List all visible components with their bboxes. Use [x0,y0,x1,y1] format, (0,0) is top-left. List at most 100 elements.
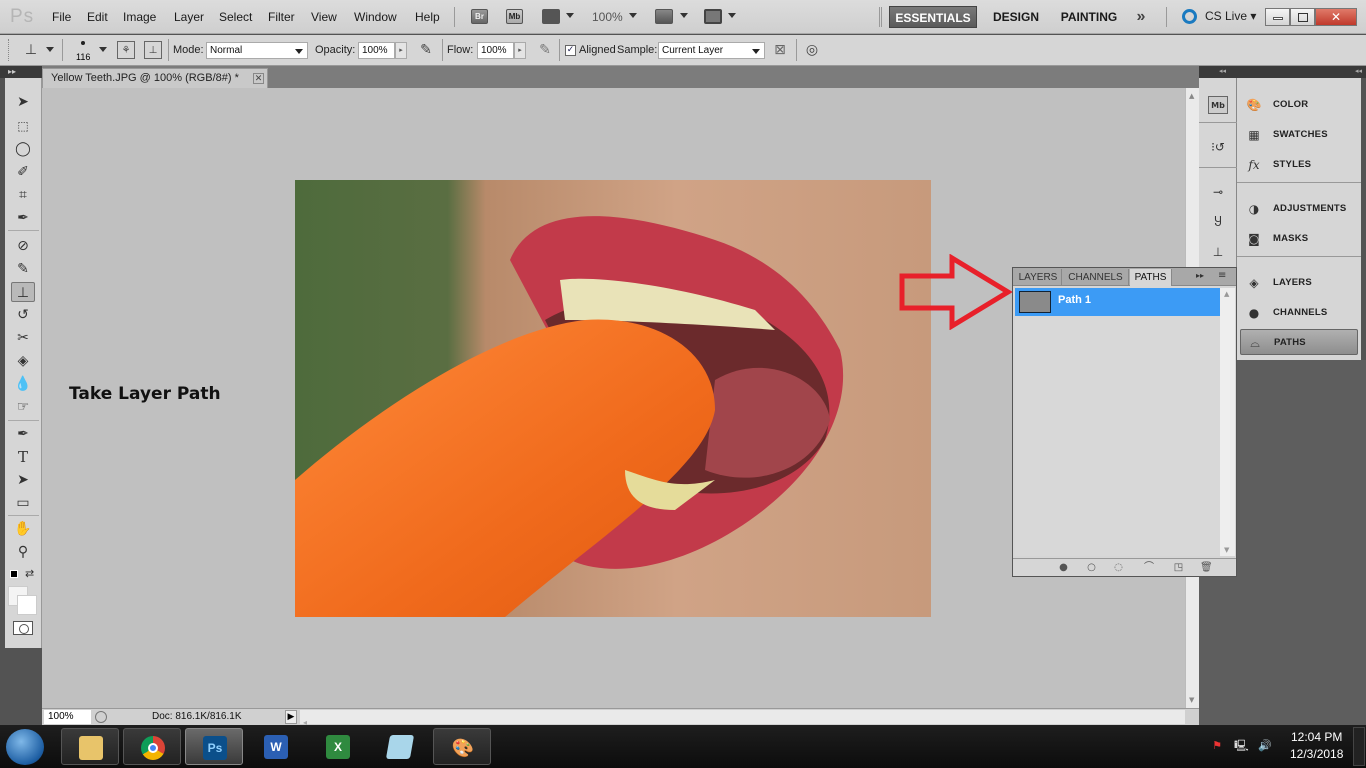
dock-item-adjustments[interactable]: ◑ ADJUSTMENTS [1240,196,1358,222]
start-button[interactable] [6,729,44,765]
more-workspaces-icon[interactable]: » [1131,6,1151,28]
workspace-design[interactable]: DESIGN [985,6,1047,28]
lasso-tool-icon[interactable]: ◯ [11,139,35,159]
dock-item-masks[interactable]: ◙ MASKS [1240,226,1358,252]
eraser-tool-icon[interactable]: ✂ [11,328,35,348]
grip-handle[interactable] [8,39,11,61]
menu-window[interactable]: Window [354,10,397,24]
background-color-swatch[interactable] [17,595,37,615]
scroll-down-icon[interactable]: ▼ [1224,546,1229,554]
marquee-tool-icon[interactable]: ⬚ [11,116,35,136]
quick-mask-icon[interactable] [13,621,33,635]
pen-tool-icon[interactable]: ✒ [11,424,35,444]
opacity-input[interactable]: 100% [358,42,395,59]
taskbar-notepad[interactable] [371,728,429,765]
eyedropper-tool-icon[interactable]: ✒ [11,208,35,228]
status-info-icon[interactable] [95,711,107,723]
tab-paths[interactable]: PATHS [1130,269,1172,286]
taskbar-excel[interactable]: X [309,728,367,765]
pressure-size-icon[interactable]: ◎ [803,41,821,59]
dock-item-paths[interactable]: ⌓ PATHS [1240,329,1358,355]
bridge-button[interactable]: Br [471,9,488,24]
default-colors-icon[interactable] [10,570,18,578]
workspace-painting[interactable]: PAINTING [1055,6,1123,28]
zoom-tool-icon[interactable]: ⚲ [11,542,35,562]
taskbar-photoshop[interactable]: Ps [185,728,243,765]
collapse-icon[interactable]: ◂◂ [1219,67,1226,75]
toggle-brush-panel-icon[interactable]: ⚘ [117,41,135,59]
screen-mode-button[interactable] [704,9,722,24]
brush-tip-icon[interactable] [81,41,85,45]
taskbar-word[interactable]: W [247,728,305,765]
paths-scrollbar[interactable]: ▲ ▼ [1220,288,1235,556]
clone-stamp-tool-icon[interactable]: ⊥ [11,282,35,302]
delete-path-icon[interactable]: 🗑 [1200,562,1213,573]
aligned-checkbox[interactable]: ✓ [565,45,576,56]
dock-item-styles[interactable]: fx STYLES [1240,152,1358,178]
taskbar-paint[interactable]: 🎨 [433,728,491,765]
stroke-path-icon[interactable]: ○ [1086,562,1097,573]
brush-tool-icon[interactable]: ✎ [11,259,35,279]
minibridge-icon[interactable]: Mb [1208,96,1228,114]
document-tab[interactable]: Yellow Teeth.JPG @ 100% (RGB/8#) * ✕ [42,68,268,88]
path-item[interactable]: Path 1 [1015,288,1220,316]
arrange-documents-button[interactable] [655,9,673,24]
document-image[interactable] [295,180,931,617]
flow-input[interactable]: 100% [477,42,514,59]
scroll-up-icon[interactable]: ▲ [1189,92,1194,100]
shape-tool-icon[interactable]: ▭ [11,493,35,513]
horizontal-scrollbar[interactable]: ◂ [300,710,1185,727]
status-menu-arrow-icon[interactable]: ▶ [285,710,297,724]
menu-select[interactable]: Select [219,10,252,24]
brush-size[interactable]: 116 [76,52,90,62]
system-clock[interactable]: 12:04 PM 12/3/2018 [1290,729,1343,763]
fill-path-icon[interactable]: ● [1058,562,1069,573]
sample-select[interactable]: Current Layer [658,42,765,59]
load-path-as-selection-icon[interactable]: ◌ [1113,562,1124,573]
hand-tool-icon[interactable]: ✋ [11,519,35,539]
dock-item-channels[interactable]: ● CHANNELS [1240,300,1358,326]
clone-stamp-tool-preset-icon[interactable]: ⊥ [22,41,40,59]
path-selection-tool-icon[interactable]: ➤ [11,470,35,490]
scroll-up-icon[interactable]: ▲ [1224,290,1229,298]
action-center-flag-icon[interactable]: ⚑ [1210,739,1224,753]
chevron-down-icon[interactable] [46,47,54,52]
flow-slider-toggle[interactable]: ▸ [514,42,526,59]
chevron-down-icon[interactable] [629,13,637,18]
type-tool-icon[interactable]: T [11,447,35,467]
chevron-down-icon[interactable] [680,13,688,18]
swap-colors-icon[interactable]: ⇄ [25,567,34,580]
menu-view[interactable]: View [311,10,337,24]
dock-item-color[interactable]: 🎨 COLOR [1240,92,1358,118]
scroll-down-icon[interactable]: ▼ [1189,696,1194,704]
minibridge-button[interactable]: Mb [506,9,523,24]
tab-channels[interactable]: CHANNELS [1063,269,1129,286]
toggle-clone-source-icon[interactable]: ⊥ [144,41,162,59]
airbrush-icon[interactable]: ✎ [536,41,554,59]
make-work-path-icon[interactable]: ⌒ [1140,562,1158,573]
tools-panel-header[interactable]: ▸▸ [0,66,42,78]
menu-file[interactable]: File [52,10,71,24]
blur-tool-icon[interactable]: 💧 [11,374,35,394]
menu-layer[interactable]: Layer [174,10,204,24]
restore-button[interactable] [1290,8,1315,26]
collapse-icon[interactable]: ◂◂ [1355,67,1362,75]
tab-layers[interactable]: LAYERS [1015,269,1062,286]
show-desktop-button[interactable] [1353,727,1365,766]
crop-tool-icon[interactable]: ⌗ [11,185,35,205]
dock-header[interactable]: ◂◂ ◂◂ [1199,66,1366,78]
menu-edit[interactable]: Edit [87,10,108,24]
chevron-down-icon[interactable] [728,13,736,18]
minimize-button[interactable] [1265,8,1290,26]
volume-icon[interactable]: 🔊 [1258,739,1272,753]
close-button[interactable]: ✕ [1315,8,1357,26]
healing-brush-tool-icon[interactable]: ⊘ [11,236,35,256]
menu-filter[interactable]: Filter [268,10,295,24]
taskbar-chrome[interactable] [123,728,181,765]
close-tab-icon[interactable]: ✕ [253,73,264,84]
new-path-icon[interactable]: ◳ [1173,562,1184,573]
view-extras-button[interactable] [542,9,560,24]
dock-item-layers[interactable]: ◈ LAYERS [1240,270,1358,296]
cs-live-button[interactable]: CS Live ▾ [1205,9,1256,23]
pressure-opacity-icon[interactable]: ✎ [417,41,435,59]
